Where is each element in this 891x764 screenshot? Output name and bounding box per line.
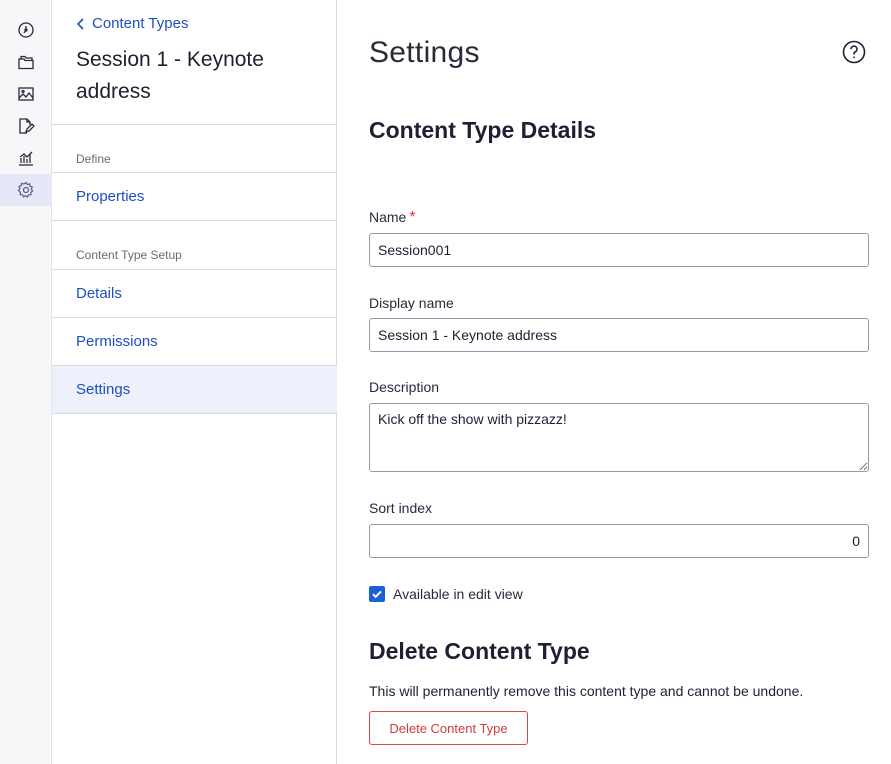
section-label-content-type-setup: Content Type Setup xyxy=(76,248,182,262)
section-label-define: Define xyxy=(76,152,111,166)
sort-index-input[interactable] xyxy=(369,524,869,558)
subnav-panel: Content Types Session 1 - Keynote addres… xyxy=(52,0,337,764)
divider xyxy=(52,124,337,125)
nav-item-settings[interactable]: Settings xyxy=(52,366,337,414)
display-name-label: Display name xyxy=(369,295,454,311)
nav-item-details[interactable]: Details xyxy=(52,270,337,318)
back-link-label: Content Types xyxy=(92,15,189,32)
available-in-edit-view-checkbox[interactable] xyxy=(369,586,385,602)
chevron-left-icon xyxy=(76,17,84,30)
required-mark: * xyxy=(409,209,416,226)
display-name-input[interactable] xyxy=(369,318,869,352)
delete-warning-text: This will permanently remove this conten… xyxy=(369,683,804,699)
help-icon[interactable] xyxy=(842,40,866,64)
folders-icon[interactable] xyxy=(0,46,52,78)
name-label: Name * xyxy=(369,209,416,227)
media-icon[interactable] xyxy=(0,78,52,110)
sort-index-label: Sort index xyxy=(369,500,433,516)
description-textarea[interactable]: Kick off the show with pizzazz! xyxy=(369,403,869,472)
settings-main: Settings Content Type Details Name* Disp… xyxy=(337,0,891,764)
back-to-content-types-link[interactable]: Content Types xyxy=(76,15,188,32)
nav-item-properties[interactable]: Properties xyxy=(52,173,337,221)
description-label: Description xyxy=(369,379,440,395)
content-type-details-heading: Content Type Details xyxy=(369,117,597,143)
analytics-icon[interactable] xyxy=(0,142,52,174)
available-in-edit-view-label: Available in edit view xyxy=(393,586,523,602)
dashboard-icon[interactable] xyxy=(0,14,52,46)
delete-content-type-button[interactable]: Delete Content Type xyxy=(369,711,528,745)
page-title: Settings xyxy=(369,36,480,69)
edit-document-icon[interactable] xyxy=(0,110,52,142)
available-in-edit-view-row[interactable]: Available in edit view xyxy=(369,586,523,602)
name-input[interactable] xyxy=(369,233,869,267)
icon-rail xyxy=(0,0,52,764)
delete-content-type-heading: Delete Content Type xyxy=(369,638,590,664)
checkmark-icon xyxy=(372,590,382,599)
nav-item-permissions[interactable]: Permissions xyxy=(52,318,337,366)
content-type-title: Session 1 - Keynote address xyxy=(76,48,264,103)
name-label-text: Name xyxy=(369,209,407,225)
gear-icon[interactable] xyxy=(0,174,52,206)
